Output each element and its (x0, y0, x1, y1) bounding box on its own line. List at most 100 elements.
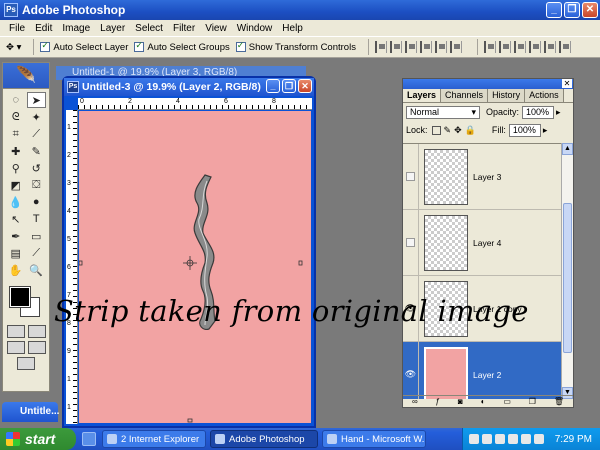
slice-tool-icon[interactable]: ⟋ (27, 126, 47, 142)
menu-edit[interactable]: Edit (30, 23, 57, 34)
volume-icon[interactable] (533, 434, 544, 444)
layer-row-layer-2[interactable]: 👁 Layer 2 (403, 342, 563, 399)
pen-tool-icon[interactable]: ✒ (6, 228, 26, 244)
menu-file[interactable]: File (4, 23, 30, 34)
document-canvas[interactable] (79, 111, 311, 423)
tray-icon[interactable] (507, 434, 518, 444)
new-layer-icon[interactable]: ❐ (529, 397, 536, 406)
layer-visibility-toggle[interactable]: 👁 (403, 342, 419, 399)
lock-transparency-icon[interactable] (431, 125, 441, 135)
paint-bucket-tool-icon[interactable]: ⛋ (27, 177, 47, 193)
crop-tool-icon[interactable]: ⌗ (6, 126, 26, 142)
taskbar-item-internet-explorer[interactable]: 2 Internet Explorer (102, 430, 206, 448)
quick-mask-mode-icon[interactable] (27, 325, 46, 338)
palette-close-button[interactable]: ✕ (562, 79, 572, 88)
blur-tool-icon[interactable]: 💧 (6, 194, 26, 210)
distribute-hcenter-icon[interactable] (543, 41, 556, 53)
notes-tool-icon[interactable]: ▤ (6, 245, 26, 261)
foreground-color-swatch[interactable] (9, 286, 31, 308)
hand-tool-icon[interactable]: ✋ (6, 262, 26, 278)
fill-dropdown-icon[interactable]: ▸ (543, 125, 548, 136)
menu-help[interactable]: Help (277, 23, 308, 34)
restore-button[interactable]: ❐ (564, 2, 580, 18)
eyedropper-tool-icon[interactable]: ⟋ (27, 245, 47, 261)
auto-select-groups-checkbox[interactable]: Auto Select Groups (134, 40, 230, 53)
minimize-button[interactable]: _ (546, 2, 562, 18)
scroll-up-icon[interactable]: ▲ (562, 143, 573, 155)
history-brush-tool-icon[interactable]: ↺ (27, 160, 47, 176)
lasso-tool-icon[interactable]: ᘓ (6, 109, 26, 125)
quick-launch-app-icon[interactable] (82, 432, 96, 446)
align-vcenter-icon[interactable] (389, 41, 402, 53)
distribute-bottom-icon[interactable] (513, 41, 526, 53)
distribute-left-icon[interactable] (528, 41, 541, 53)
close-button[interactable]: ✕ (582, 2, 598, 18)
lock-all-icon[interactable]: 🔒 (465, 125, 476, 136)
start-button[interactable]: start (0, 428, 76, 450)
brush-tool-icon[interactable]: ✎ (27, 143, 47, 159)
align-bottom-icon[interactable] (404, 41, 417, 53)
menu-image[interactable]: Image (57, 23, 95, 34)
taskbar-item-photoshop[interactable]: Adobe Photoshop (210, 430, 318, 448)
scrollbar-thumb[interactable] (563, 203, 572, 353)
add-mask-icon[interactable]: ◙ (458, 397, 463, 406)
eraser-tool-icon[interactable]: ◩ (6, 177, 26, 193)
app-title-bar[interactable]: Ps Adobe Photoshop _ ❐ ✕ (0, 0, 600, 20)
menu-view[interactable]: View (200, 23, 232, 34)
feather-logo-icon[interactable]: 🪶 (3, 63, 49, 89)
distribute-top-icon[interactable] (483, 41, 496, 53)
align-right-icon[interactable] (449, 41, 462, 53)
clock[interactable]: 7:29 PM (555, 434, 592, 445)
opacity-input[interactable]: 100% (522, 105, 555, 119)
align-left-icon[interactable] (419, 41, 432, 53)
fill-input[interactable]: 100% (508, 123, 541, 137)
lock-pixels-icon[interactable]: ✎ (444, 125, 452, 136)
magic-wand-tool-icon[interactable]: ✦ (27, 109, 47, 125)
path-selection-tool-icon[interactable]: ↖ (6, 211, 26, 227)
document-title-bar[interactable]: Ps Untitled-3 @ 19.9% (Layer 2, RGB/8) _… (64, 78, 314, 96)
palette-title-bar[interactable]: ✕ (403, 79, 573, 89)
layer-row-layer-4[interactable]: Layer 4 (403, 210, 563, 276)
minimized-document-window[interactable]: Untitle... (2, 402, 59, 422)
layer-list-scrollbar[interactable]: ▲ ▼ (561, 143, 573, 399)
distribute-vcenter-icon[interactable] (498, 41, 511, 53)
opacity-dropdown-icon[interactable]: ▸ (556, 107, 561, 118)
blend-mode-select[interactable]: Normal ▾ (406, 105, 480, 119)
layer-style-icon[interactable]: ƒ (436, 397, 440, 406)
standard-screen-icon[interactable] (6, 341, 25, 354)
document-close-button[interactable]: ✕ (298, 79, 312, 93)
tab-history[interactable]: History (488, 89, 526, 102)
move-tool-icon[interactable]: ➤ (26, 92, 46, 108)
distribute-right-icon[interactable] (558, 41, 571, 53)
move-tool-preset[interactable]: ✥ ▾ (6, 42, 21, 53)
auto-select-layer-checkbox[interactable]: Auto Select Layer (40, 40, 128, 53)
menu-filter[interactable]: Filter (168, 23, 200, 34)
adjustment-layer-icon[interactable]: ◐ (481, 397, 486, 406)
vertical-ruler[interactable]: 1 2 3 4 5 6 7 8 9 1 1 (66, 110, 78, 424)
tab-channels[interactable]: Channels (441, 89, 489, 102)
marquee-tool-icon[interactable]: ◌ (6, 92, 26, 108)
taskbar-item-word[interactable]: Hand - Microsoft W... (322, 430, 426, 448)
link-layers-icon[interactable]: ∞ (412, 397, 418, 406)
zoom-tool-icon[interactable]: 🔍 (27, 262, 47, 278)
align-hcenter-icon[interactable] (434, 41, 447, 53)
tab-actions[interactable]: Actions (525, 89, 564, 102)
layer-visibility-toggle[interactable] (403, 144, 419, 209)
dodge-tool-icon[interactable]: ● (27, 194, 47, 210)
menu-select[interactable]: Select (130, 23, 168, 34)
tray-icon[interactable] (481, 434, 492, 444)
layer-row-layer-3[interactable]: Layer 3 (403, 144, 563, 210)
tray-icon[interactable] (520, 434, 531, 444)
full-screen-menu-icon[interactable] (27, 341, 46, 354)
menu-window[interactable]: Window (232, 23, 278, 34)
document-minimize-button[interactable]: _ (266, 79, 280, 93)
type-tool-icon[interactable]: T (27, 211, 47, 227)
new-group-icon[interactable]: ▭ (503, 397, 511, 406)
tab-layers[interactable]: Layers (403, 89, 442, 102)
tray-icon[interactable] (494, 434, 505, 444)
healing-brush-tool-icon[interactable]: ✚ (6, 143, 26, 159)
shape-tool-icon[interactable]: ▭ (27, 228, 47, 244)
layer-visibility-toggle[interactable] (403, 210, 419, 275)
clone-stamp-tool-icon[interactable]: ⚲ (6, 160, 26, 176)
tray-icon[interactable] (468, 434, 479, 444)
